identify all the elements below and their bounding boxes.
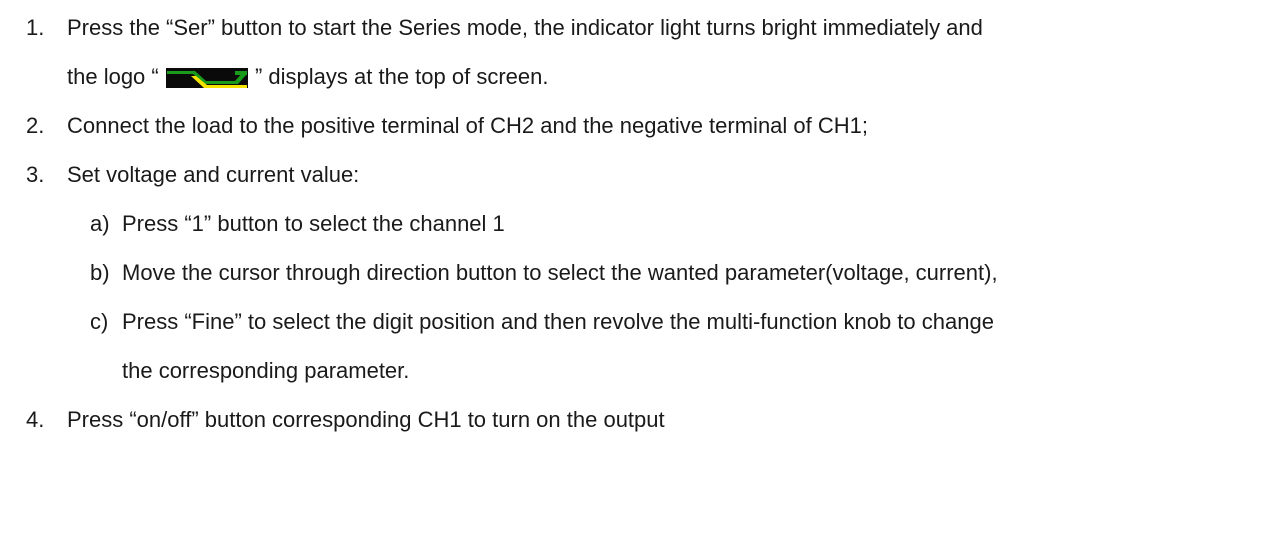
step-4-text: Press “on/off” button corresponding CH1 … [67, 407, 665, 432]
substep-b-text: Move the cursor through direction button… [122, 260, 998, 285]
substep-c-text-line2: the corresponding parameter. [122, 358, 410, 383]
step-1-text-line2: the logo “ ” displays at the top of scre… [67, 64, 548, 90]
substep-c-letter: c) [90, 309, 109, 334]
substep-c-text-line1: Press “Fine” to select the digit positio… [122, 309, 994, 334]
step-4-number: 4. [26, 407, 45, 432]
step-2-text: Connect the load to the positive termina… [67, 113, 869, 138]
step-3-text: Set voltage and current value: [67, 162, 360, 187]
step-1-text-after-logo: ” displays at the top of screen. [254, 64, 549, 89]
substep-a-text: Press “1” button to select the channel 1 [122, 211, 505, 236]
series-mode-logo-icon [165, 68, 248, 88]
substep-a-letter: a) [90, 211, 110, 236]
step-1-number: 1. [26, 15, 45, 40]
step-3-number: 3. [26, 162, 45, 187]
substep-b-letter: b) [90, 260, 110, 285]
step-1-text-line1: Press the “Ser” button to start the Seri… [67, 15, 983, 40]
step-2-number: 2. [26, 113, 45, 138]
step-1-text-before-logo: the logo “ [67, 64, 159, 89]
